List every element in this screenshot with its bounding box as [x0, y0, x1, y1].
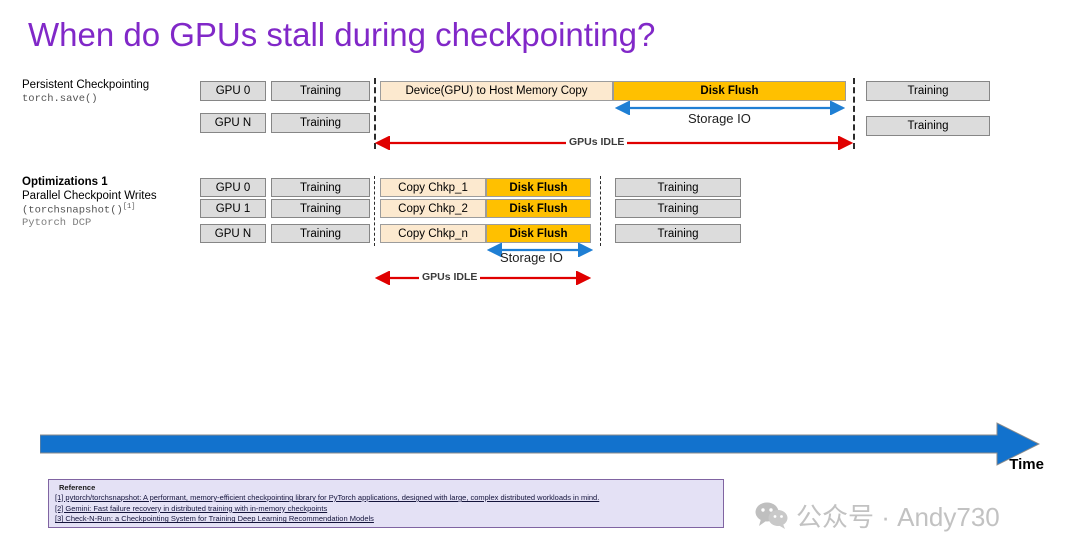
wechat-icon [755, 502, 788, 529]
reference-item-1-text: [1] pytorch/torchsnapshot: A performant,… [55, 493, 600, 502]
training-bar-right-s2r2: Training [615, 199, 741, 218]
gpus-idle-label-s1: GPUs IDLE [566, 136, 628, 148]
phase-bar-disk-flush-s1: Disk Flush [613, 81, 846, 101]
reference-item-2-text: [2] Gemini: Fast failure recovery in dis… [55, 503, 328, 513]
watermark: 公众号 · Andy730 [755, 497, 1000, 534]
gpu-chip-s1r2: GPU N [200, 113, 266, 133]
page-title: When do GPUs stall during checkpointing? [28, 16, 656, 53]
phase-bar-device-to-host-copy: Device(GPU) to Host Memory Copy [380, 81, 613, 101]
divider-start-s2 [374, 176, 375, 246]
gpu-chip-s2r3: GPU N [200, 224, 266, 243]
reference-item-2[interactable]: [2] Gemini: Fast failure recovery in dis… [55, 504, 718, 515]
copy-chkp-bar-s2r2: Copy Chkp_2 [380, 199, 486, 218]
training-bar-left-s2r3: Training [271, 224, 370, 243]
gpus-idle-label-s2: GPUs IDLE [419, 271, 481, 283]
section-code-label-2b: Pytorch DCP [22, 217, 92, 229]
training-bar-right-s1r2: Training [866, 116, 990, 136]
gpus-idle-arrow-s2 [374, 271, 592, 285]
disk-flush-bar-s2r3: Disk Flush [486, 224, 591, 243]
reference-heading: Reference [59, 483, 96, 492]
section-heading: Persistent Checkpointing [22, 79, 150, 91]
section-code-label: torch.save() [22, 92, 98, 105]
copy-chkp-bar-s2r1: Copy Chkp_1 [380, 178, 486, 197]
training-bar-right-s2r1: Training [615, 178, 741, 197]
gpu-chip-s2r2: GPU 1 [200, 199, 266, 218]
gpu-chip-s1r1: GPU 0 [200, 81, 266, 101]
section-heading-2: Optimizations 1 [22, 176, 108, 188]
gpu-chip-s2r1: GPU 0 [200, 178, 266, 197]
time-axis-label: Time [1009, 456, 1044, 473]
disk-flush-bar-s2r2: Disk Flush [486, 199, 591, 218]
section-code-label-2: (torchsnapshot()[1] [22, 203, 157, 217]
section-code-text-2: (torchsnapshot() [22, 204, 123, 217]
training-bar-right-s2r3: Training [615, 224, 741, 243]
reference-box: Reference [1] pytorch/torchsnapshot: A p… [48, 479, 724, 528]
time-axis-arrow [40, 422, 1040, 466]
training-bar-left-s2r1: Training [271, 178, 370, 197]
copy-chkp-bar-s2r3: Copy Chkp_n [380, 224, 486, 243]
divider-end-s2 [600, 176, 601, 246]
section-label-persistent-checkpointing: Persistent Checkpointing torch.save() [22, 79, 149, 105]
reference-item-3[interactable]: [3] Check-N-Run: a Checkpointing System … [55, 514, 718, 525]
disk-flush-bar-s2r1: Disk Flush [486, 178, 591, 197]
section-code-superscript-2: [1] [122, 203, 136, 212]
training-bar-right-s1r1: Training [866, 81, 990, 101]
storage-io-label-s2: Storage IO [500, 250, 563, 265]
training-bar-left-s1r1: Training [271, 81, 370, 101]
section-subheading-2: Parallel Checkpoint Writes [22, 189, 157, 202]
reference-item-1[interactable]: [1] pytorch/torchsnapshot: A performant,… [55, 493, 718, 504]
training-bar-left-s1r2: Training [271, 113, 370, 133]
training-bar-left-s2r2: Training [271, 199, 370, 218]
watermark-text: 公众号 · Andy730 [796, 502, 1000, 532]
section-label-optimizations-1: Optimizations 1 Parallel Checkpoint Writ… [22, 176, 157, 229]
storage-io-label-s1: Storage IO [688, 111, 751, 126]
reference-item-3-text: [3] Check-N-Run: a Checkpointing System … [55, 514, 374, 524]
